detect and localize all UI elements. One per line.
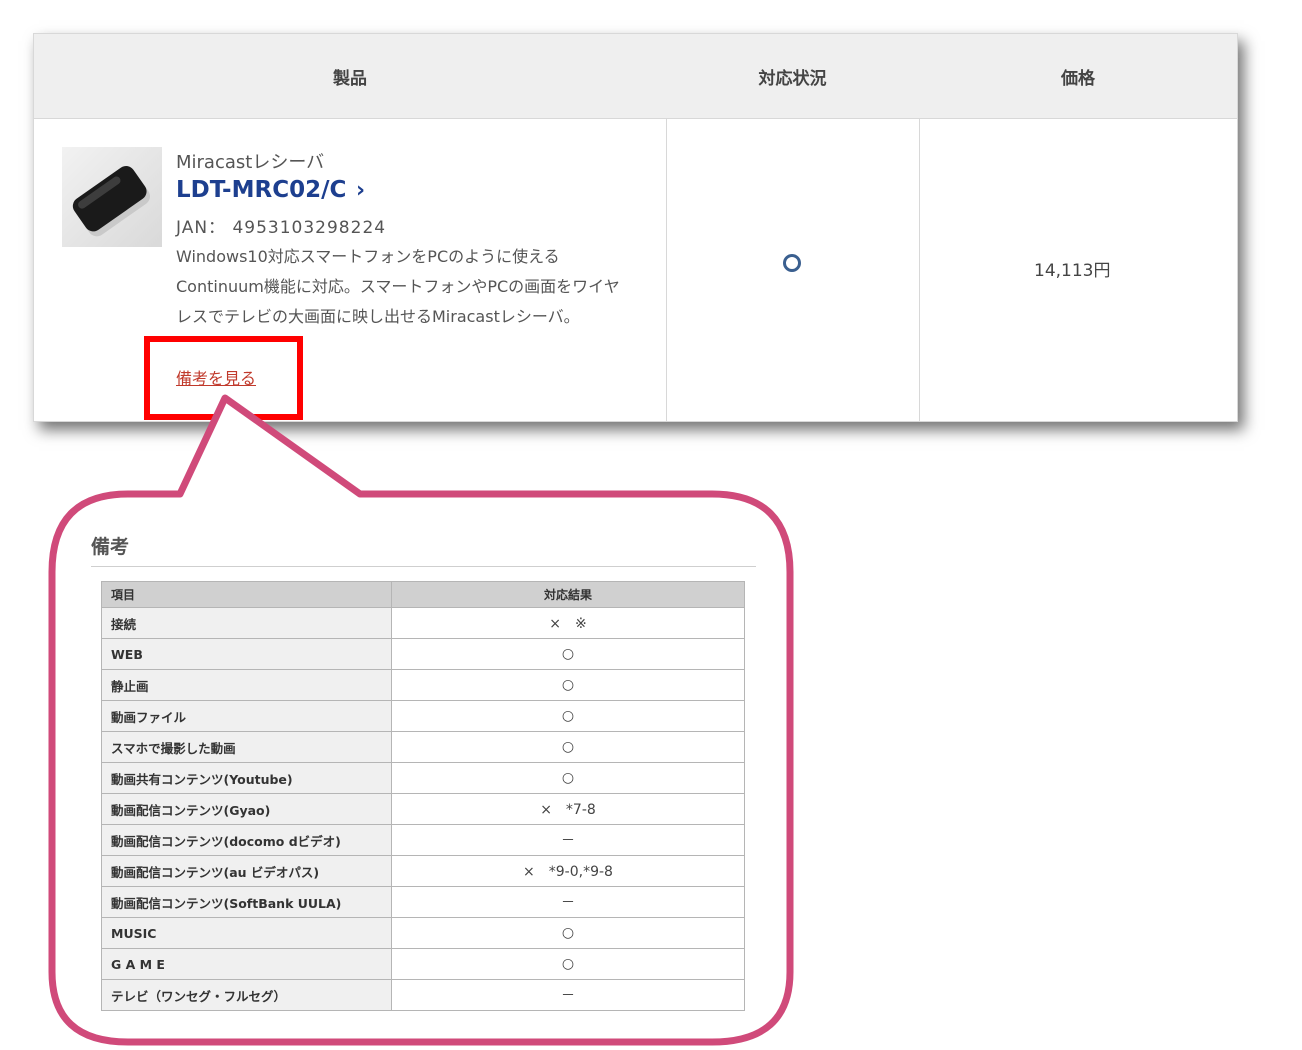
row-result: － [391,979,745,1011]
row-item: G A M E [101,948,392,980]
row-result: － [391,886,745,918]
row-item: MUSIC [101,917,392,949]
remarks-table: 項目 対応結果 接続 × ※ WEB ○ 静止画 ○ 動画ファイル ○ スマホで撮影した… [101,581,745,1011]
row-item: WEB [101,638,392,670]
table-row: 動画配信コンテンツ(au ビデオパス) × *9-0,*9-8 [101,855,745,887]
row-item: 静止画 [101,669,392,701]
row-item: 動画共有コンテンツ(Youtube) [101,762,392,794]
row-item: 動画配信コンテンツ(docomo dビデオ) [101,824,392,856]
header-result: 対応結果 [391,581,745,608]
row-result: × *9-0,*9-8 [391,855,745,887]
row-item: スマホで撮影した動画 [101,731,392,763]
row-result: ○ [391,638,745,670]
table-header-row: 項目 対応結果 [101,581,745,608]
table-row: スマホで撮影した動画 ○ [101,731,745,763]
divider [91,566,756,567]
header-item: 項目 [101,581,392,608]
table-row: 動画共有コンテンツ(Youtube) ○ [101,762,745,794]
row-item: 動画配信コンテンツ(Gyao) [101,793,392,825]
row-result: × *7-8 [391,793,745,825]
row-item: 接続 [101,607,392,639]
row-result: ○ [391,700,745,732]
table-row: 動画配信コンテンツ(Gyao) × *7-8 [101,793,745,825]
table-row: 動画ファイル ○ [101,700,745,732]
row-result: － [391,824,745,856]
table-row: WEB ○ [101,638,745,670]
table-row: 接続 × ※ [101,607,745,639]
row-item: 動画配信コンテンツ(au ビデオパス) [101,855,392,887]
table-row: テレビ（ワンセグ・フルセグ）－ [101,979,745,1011]
row-result: ○ [391,731,745,763]
table-row: G A M E ○ [101,948,745,980]
row-result: ○ [391,948,745,980]
row-result: ○ [391,762,745,794]
remarks-title: 備考 [91,536,130,558]
table-row: 動画配信コンテンツ(docomo dビデオ) － [101,824,745,856]
row-item: テレビ（ワンセグ・フルセグ） [101,979,392,1011]
row-item: 動画配信コンテンツ(SoftBank UULA) [101,886,392,918]
table-row: 静止画 ○ [101,669,745,701]
row-result: ○ [391,669,745,701]
row-item: 動画ファイル [101,700,392,732]
row-result: ○ [391,917,745,949]
table-row: MUSIC ○ [101,917,745,949]
table-row: 動画配信コンテンツ(SoftBank UULA) － [101,886,745,918]
row-result: × ※ [391,607,745,639]
